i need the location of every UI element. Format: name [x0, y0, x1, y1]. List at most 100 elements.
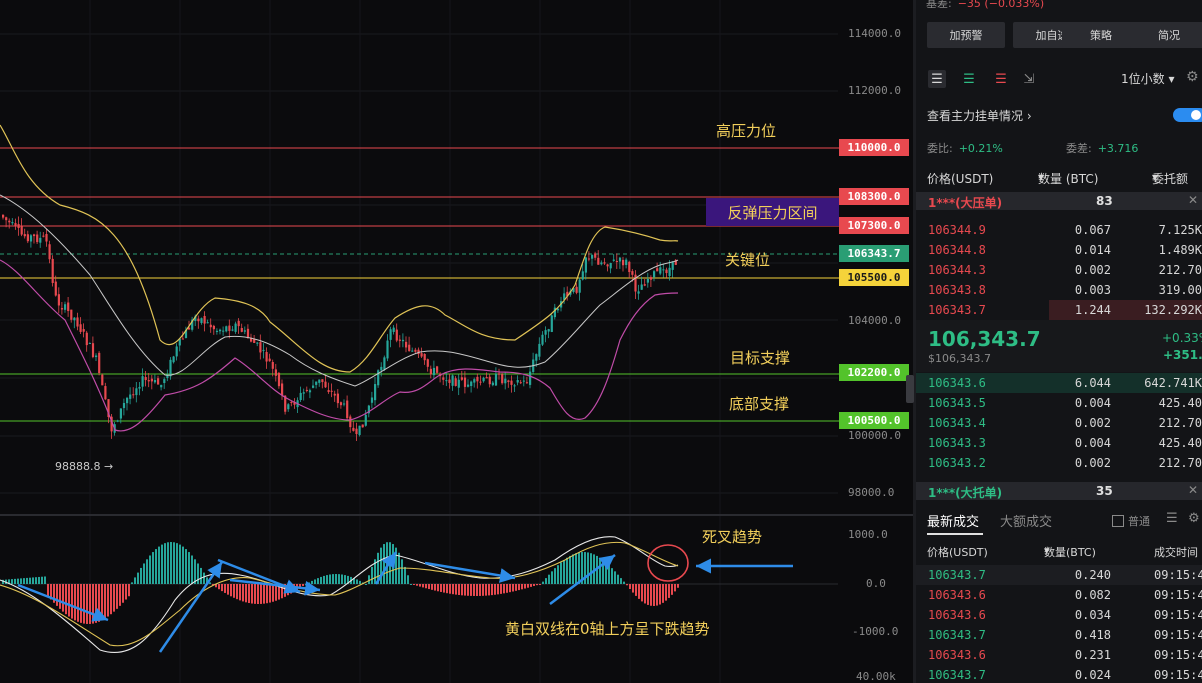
view-major-orders-link[interactable]: 查看主力挂单情况 ›: [927, 107, 1032, 124]
ask-row[interactable]: 106344.9 0.067 7.125K: [916, 220, 1202, 240]
annotation-macd-note: 黄白双线在0轴上方呈下跌趋势: [505, 620, 710, 638]
ask-row[interactable]: 106344.3 0.002 212.70: [916, 260, 1202, 280]
commission-diff: 委差: +3.716: [1066, 140, 1138, 156]
candle-body: [473, 379, 476, 383]
macd-histogram-bar: [527, 584, 529, 588]
strategy-button[interactable]: 策略: [1062, 22, 1140, 48]
filter-icon[interactable]: ☰: [1166, 511, 1178, 526]
candle-body: [628, 261, 631, 273]
candle-body: [398, 339, 401, 341]
bid-row[interactable]: 106343.5 0.004 425.40: [916, 393, 1202, 413]
bid-row[interactable]: 106343.2 0.002 212.70: [916, 453, 1202, 473]
ask-total: 212.70: [1158, 263, 1202, 277]
candle-body: [460, 377, 463, 380]
ob-col-qty[interactable]: 数量 (BTC) ▾: [1038, 170, 1098, 186]
layout-trades-icon[interactable]: ⇲: [1020, 70, 1038, 88]
candle-body: [646, 278, 649, 283]
candle-body: [48, 244, 51, 260]
macd-histogram-bar: [230, 584, 232, 597]
macd-histogram-bar: [236, 584, 238, 600]
gear-icon[interactable]: ⚙: [1186, 69, 1199, 85]
add-alert-button[interactable]: 加预警: [927, 22, 1005, 48]
candle-body: [5, 217, 8, 221]
candle-body: [494, 373, 498, 386]
tab-large-trades[interactable]: 大额成交: [1000, 511, 1052, 530]
candle-body: [287, 404, 290, 410]
macd-histogram-bar: [545, 578, 547, 584]
large-ask-band[interactable]: 1***(大压单) 83 ✕: [916, 192, 1202, 210]
kline-chart-pane[interactable]: 114000.0 112000.0 104000.0 100000.0 9800…: [0, 0, 913, 683]
candle-body: [448, 379, 451, 383]
candle-body: [200, 318, 203, 324]
macd-histogram-bar: [200, 567, 202, 584]
macd-histogram-bar: [182, 546, 184, 584]
macd-histogram-bar: [515, 584, 517, 591]
last-price-usd: $106,343.7: [928, 352, 991, 365]
large-bid-band[interactable]: 1***(大托单) 35 ✕: [916, 482, 1202, 500]
candle-body: [395, 329, 398, 341]
normal-checkbox-label: 普通: [1128, 515, 1150, 528]
macd-histogram-bar: [665, 584, 667, 601]
candle-body: [246, 328, 250, 338]
layout-bids-icon[interactable]: ☰: [960, 70, 978, 88]
close-icon[interactable]: ✕: [1188, 483, 1198, 497]
macd-histogram-bar: [302, 584, 304, 586]
macd-histogram-bar: [326, 575, 328, 584]
tr-col-qty[interactable]: 数量(BTC) ▾: [1044, 544, 1096, 559]
bid-row[interactable]: 106343.6 6.044 642.741K: [916, 373, 1202, 393]
precision-select[interactable]: 1位小数 ▾: [1121, 70, 1174, 87]
ask-row[interactable]: 106343.8 0.003 319.00: [916, 280, 1202, 300]
bid-row[interactable]: 106343.4 0.002 212.70: [916, 413, 1202, 433]
overview-button[interactable]: 简况: [1130, 22, 1202, 48]
candle-body: [265, 351, 268, 362]
macd-histogram-bar: [644, 584, 646, 604]
close-icon[interactable]: ✕: [1188, 193, 1198, 207]
major-orders-toggle[interactable]: [1173, 108, 1202, 122]
candle-body: [209, 324, 212, 328]
candle-body: [274, 369, 277, 376]
candle-body: [581, 271, 584, 280]
ask-row[interactable]: 106343.7 1.244 132.292K: [916, 300, 1202, 320]
candle-body: [116, 420, 119, 422]
ask-row[interactable]: 106344.8 0.014 1.489K: [916, 240, 1202, 260]
trade-qty: 0.024: [1074, 668, 1111, 682]
candle-body: [600, 262, 603, 265]
bid-qty: 0.002: [1074, 416, 1111, 430]
layout-both-icon[interactable]: ☰: [928, 70, 946, 88]
candle-body: [157, 378, 160, 385]
macd-histogram-bar: [239, 584, 241, 601]
macd-histogram-bar: [599, 557, 601, 584]
macd-histogram-bar: [275, 584, 277, 601]
tab-latest-trades[interactable]: 最新成交: [927, 511, 979, 530]
commission-ratio-value: +0.21%: [958, 142, 1003, 155]
annotation-rebound-zone: 反弹压力区间: [706, 198, 839, 226]
normal-checkbox[interactable]: [1112, 515, 1124, 527]
ask-qty: 0.003: [1074, 283, 1111, 297]
bid-total: 212.70: [1158, 456, 1202, 470]
candle-body: [36, 234, 39, 243]
bid-row[interactable]: 106343.3 0.004 425.40: [916, 433, 1202, 453]
layout-asks-icon[interactable]: ☰: [992, 70, 1010, 88]
macd-histogram-bar: [152, 552, 154, 584]
macd-histogram-bar: [89, 584, 91, 624]
candle-body: [482, 377, 485, 382]
candle-body: [352, 427, 355, 431]
ob-col-total[interactable]: 委托额 ▾: [1152, 170, 1188, 186]
gear-icon[interactable]: ⚙: [1188, 511, 1200, 526]
macd-histogram-bar: [320, 576, 322, 584]
collapse-handle[interactable]: [906, 375, 914, 403]
macd-histogram-bar: [554, 568, 556, 584]
macd-histogram-bar: [317, 578, 319, 584]
macd-histogram-bar: [59, 584, 61, 609]
candle-body: [659, 267, 662, 274]
macd-histogram-bar: [671, 584, 673, 595]
candle-body: [423, 353, 426, 361]
trade-qty: 0.034: [1074, 608, 1111, 622]
macd-histogram-bar: [476, 584, 478, 596]
macd-histogram-bar: [203, 572, 205, 584]
candle-body: [389, 329, 392, 340]
low-price-value: 98888.8: [55, 460, 101, 473]
kline-chart-canvas[interactable]: [0, 0, 913, 683]
candle-body: [2, 214, 5, 218]
y-axis-label: 114000.0: [848, 27, 901, 40]
